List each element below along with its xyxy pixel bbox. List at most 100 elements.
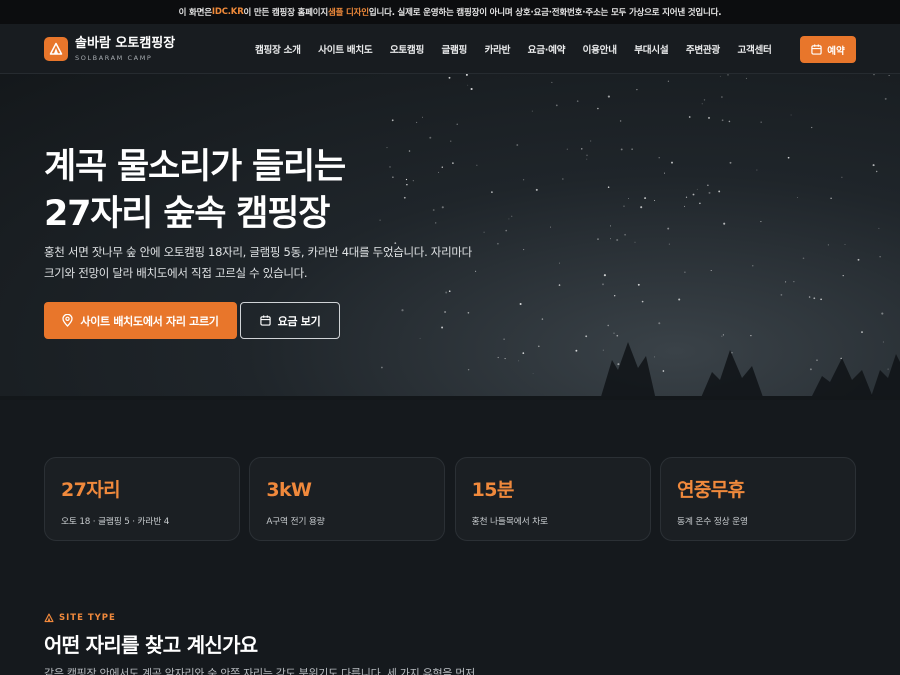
star — [760, 121, 762, 123]
star — [616, 238, 619, 242]
stat-value: 27자리 — [61, 479, 121, 501]
logo[interactable]: 솔바람 오토캠핑장 SOLBARAM CAMP — [44, 36, 175, 62]
star — [857, 258, 860, 261]
stat-label: A구역 전기 용량 — [266, 517, 325, 527]
star — [422, 116, 423, 118]
star — [558, 284, 561, 286]
hero-description-line-1: 홍천 서면 잣나무 숲 안에 오토캠핑 18자리, 글램핑 5동, 카라반 4대… — [44, 245, 472, 259]
stat-label: 동계 온수 정상 운영 — [676, 517, 748, 527]
star — [721, 96, 723, 98]
hero-description-line-2: 크기와 전망이 달라 배치도에서 직접 고르실 수 있습니다. — [44, 266, 308, 280]
star — [811, 126, 813, 129]
star — [438, 171, 440, 173]
star — [631, 148, 633, 150]
star — [658, 157, 660, 159]
reserve-button[interactable]: 예약 — [800, 36, 856, 63]
star — [684, 205, 686, 207]
calendar-icon — [811, 44, 822, 55]
section-description: 같은 캠핑장 안에서도 계곡 앞자리와 숲 안쪽 자리는 각도 분위기도 다릅니… — [44, 667, 475, 675]
star — [723, 222, 726, 225]
section-eyebrow-label: SITE TYPE — [59, 613, 116, 623]
star — [550, 226, 551, 228]
star — [640, 206, 643, 209]
star — [467, 84, 469, 86]
nav-item-about[interactable]: 캠핑장 소개 — [255, 42, 301, 56]
star — [607, 186, 610, 188]
calendar-icon — [259, 315, 271, 326]
star — [452, 162, 454, 164]
notice-brand-link[interactable]: IDC.KR — [212, 7, 244, 17]
section-title: 어떤 자리를 찾고 계신가요 — [44, 633, 258, 657]
star — [523, 249, 525, 251]
star — [581, 148, 583, 150]
pricing-button-label: 요금 보기 — [277, 314, 321, 328]
stat-label: 홍천 나들목에서 차로 — [471, 517, 548, 527]
star — [435, 222, 437, 224]
star — [827, 244, 830, 246]
star — [508, 218, 510, 220]
star — [820, 298, 822, 301]
stat-card: 3kW A구역 전기 용량 — [249, 457, 446, 541]
hero-description: 홍천 서면 잣나무 숲 안에 오토캠핑 18자리, 글램핑 5동, 카라반 4대… — [44, 242, 484, 284]
star — [555, 104, 558, 107]
star — [668, 243, 670, 245]
pricing-button[interactable]: 요금 보기 — [240, 302, 340, 339]
nav-item-glamping[interactable]: 글램핑 — [441, 42, 467, 56]
stat-card: 15분 홍천 나들목에서 차로 — [454, 457, 651, 541]
site-map-button[interactable]: 사이트 배치도에서 자리 고르기 — [44, 302, 237, 339]
star — [692, 193, 695, 196]
stat-value: 연중무휴 — [676, 479, 745, 501]
star — [636, 89, 638, 91]
star — [586, 158, 588, 160]
nav-item-tourism[interactable]: 주변관광 — [686, 42, 720, 56]
star — [708, 191, 711, 194]
star — [719, 75, 721, 77]
main-nav: 캠핑장 소개 사이트 배치도 오토캠핑 글램핑 카라반 요금·예약 이용안내 부… — [255, 24, 789, 74]
star — [429, 136, 432, 139]
star — [872, 164, 875, 167]
star — [808, 296, 811, 298]
star — [842, 274, 844, 277]
star — [707, 116, 711, 119]
star — [760, 221, 762, 223]
nav-item-auto-camping[interactable]: 오토캠핑 — [390, 42, 424, 56]
stat-card: 27자리 오토 18 · 글램핑 5 · 카라반 4 — [44, 457, 240, 541]
nav-item-guide[interactable]: 이용안내 — [583, 42, 617, 56]
star — [663, 172, 666, 174]
nav-item-site-map[interactable]: 사이트 배치도 — [318, 42, 373, 56]
star — [684, 271, 686, 274]
star — [624, 233, 626, 236]
star — [790, 114, 792, 116]
star — [881, 312, 884, 315]
star — [780, 294, 783, 296]
star — [403, 196, 406, 199]
star — [623, 205, 625, 207]
nav-item-facilities[interactable]: 부대시설 — [634, 42, 668, 56]
star — [701, 103, 703, 105]
star — [609, 238, 611, 240]
star — [535, 188, 538, 191]
tent-icon — [44, 36, 68, 61]
star — [522, 179, 525, 181]
nav-item-caravan[interactable]: 카라반 — [485, 42, 511, 56]
map-pin-icon — [62, 314, 74, 327]
hero-title: 계곡 물소리가 들리는 27자리 숲속 캠핑장 — [44, 144, 346, 238]
star — [467, 312, 470, 314]
notice-suffix: 입니다. 실제로 운영하는 캠핑장이 아니며 상호·요금·전화번호·주소는 모두… — [368, 8, 722, 18]
star — [448, 290, 451, 293]
nav-item-support[interactable]: 고객센터 — [737, 42, 771, 56]
star — [654, 200, 656, 201]
star — [685, 196, 688, 198]
nav-item-pricing[interactable]: 요금·예약 — [528, 42, 566, 56]
star — [875, 170, 878, 173]
star — [637, 283, 640, 286]
star — [634, 241, 636, 243]
section-eyebrow: SITE TYPE — [44, 613, 116, 623]
star — [703, 99, 706, 101]
star — [416, 121, 418, 123]
star — [793, 281, 795, 283]
star — [576, 100, 579, 102]
star — [441, 166, 443, 168]
site-header: 솔바람 오토캠핑장 SOLBARAM CAMP 캠핑장 소개 사이트 배치도 오… — [0, 24, 900, 74]
star — [519, 303, 522, 305]
